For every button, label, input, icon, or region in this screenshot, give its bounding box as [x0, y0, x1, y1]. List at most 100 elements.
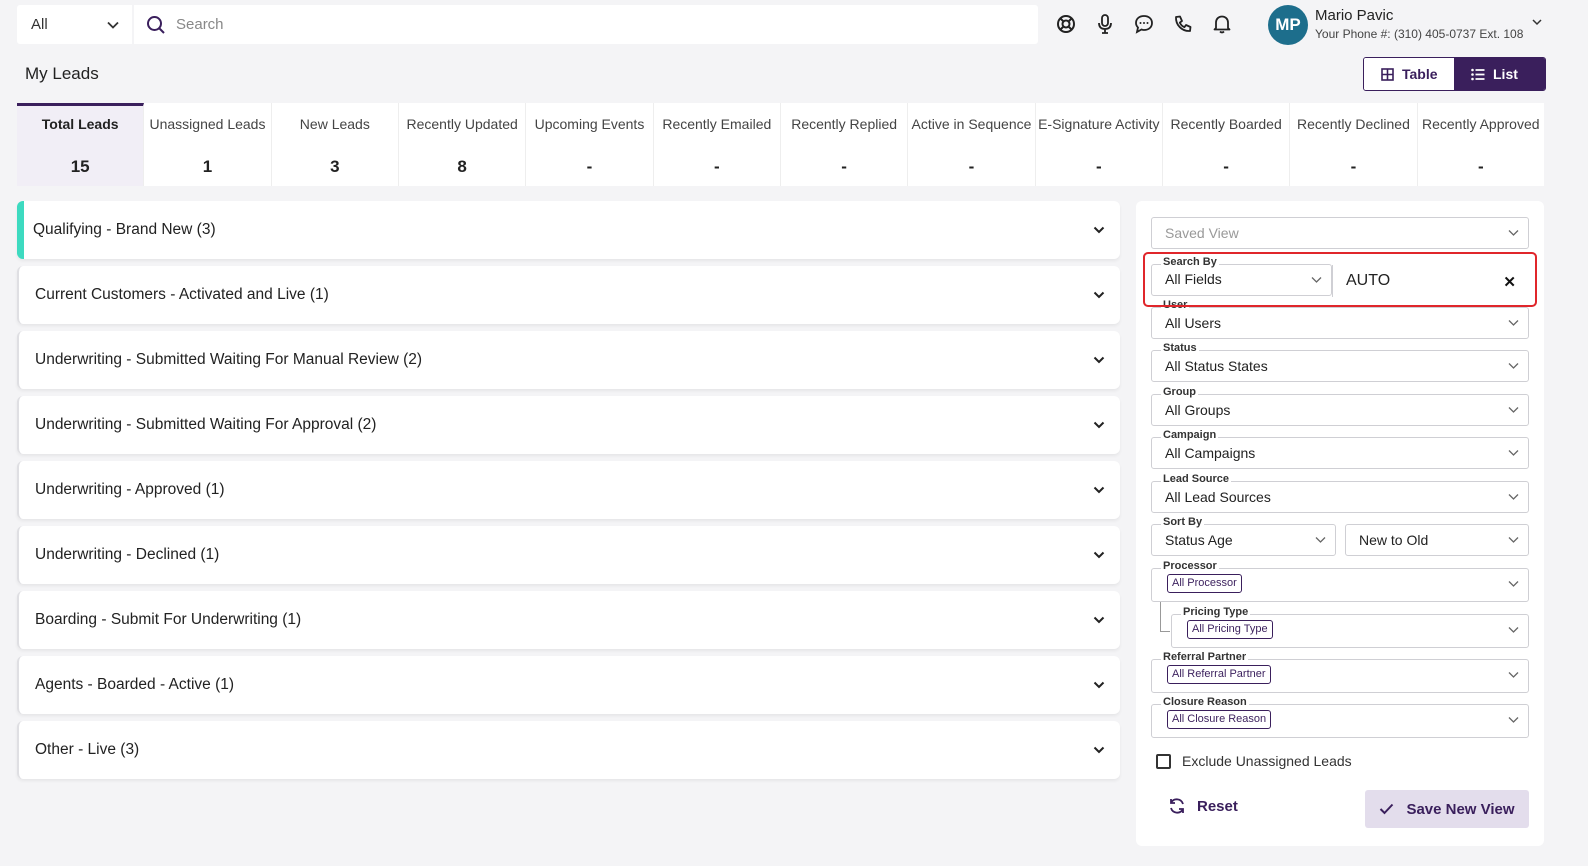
saved-view-select[interactable]: Saved View [1151, 217, 1529, 249]
stat-tab-recently-declined[interactable]: Recently Declined - [1290, 103, 1418, 186]
group-title: Other - Live (3) [35, 741, 140, 758]
stat-tab-recently-replied[interactable]: Recently Replied - [781, 103, 909, 186]
stat-label: Active in Sequence [911, 116, 1032, 132]
group-accordion[interactable]: Underwriting - Submitted Waiting For Man… [17, 331, 1120, 389]
lead-groups-list: Qualifying - Brand New (3) Current Custo… [17, 201, 1120, 786]
pricing-type-select[interactable]: Pricing Type All Pricing Type [1171, 606, 1529, 648]
support-icon[interactable] [1055, 12, 1077, 36]
chevron-down-icon [1092, 483, 1106, 497]
group-accordion[interactable]: Underwriting - Approved (1) [17, 461, 1120, 519]
stat-tab-recently-approved[interactable]: Recently Approved - [1418, 103, 1544, 186]
stat-label: Recently Approved [1422, 116, 1540, 132]
chevron-down-icon [1092, 743, 1106, 757]
microphone-icon[interactable] [1094, 12, 1116, 36]
sort-order-value: New to Old [1359, 532, 1429, 548]
stat-value: 15 [70, 157, 90, 176]
group-accordion[interactable]: Underwriting - Declined (1) [17, 526, 1120, 584]
bell-icon[interactable] [1211, 12, 1233, 36]
group-accordion[interactable]: Underwriting - Submitted Waiting For App… [17, 396, 1120, 454]
search-scope-select[interactable]: All [17, 5, 132, 44]
chevron-down-icon [1508, 406, 1519, 414]
search-scope-value: All [31, 16, 48, 33]
stat-tab-upcoming-events[interactable]: Upcoming Events - [526, 103, 654, 186]
tree-connector [1160, 602, 1170, 632]
stat-tab-e-signature-activity[interactable]: E-Signature Activity - [1036, 103, 1163, 186]
user-select[interactable]: User All Users [1151, 299, 1529, 339]
chevron-down-icon [1092, 353, 1106, 367]
chevron-down-icon [1508, 536, 1519, 544]
sort-order-select[interactable]: New to Old [1345, 524, 1529, 556]
exclude-unassigned-checkbox[interactable] [1156, 753, 1171, 769]
pricing-type-label: Pricing Type [1181, 606, 1251, 619]
group-accordion[interactable]: Agents - Boarded - Active (1) [17, 656, 1120, 714]
lead-source-value: All Lead Sources [1165, 489, 1271, 505]
group-select[interactable]: Group All Groups [1151, 386, 1529, 426]
reset-button[interactable]: Reset [1168, 797, 1238, 815]
campaign-select[interactable]: Campaign All Campaigns [1151, 429, 1529, 469]
chevron-down-icon [1508, 449, 1519, 457]
top-icons [1055, 12, 1233, 36]
group-title: Qualifying - Brand New (3) [33, 221, 216, 238]
stat-value: - [1095, 157, 1102, 176]
list-view-button[interactable]: List [1454, 58, 1545, 90]
page-title: My Leads [25, 64, 99, 83]
group-value: All Groups [1165, 402, 1231, 418]
group-accordion[interactable]: Other - Live (3) [17, 721, 1120, 779]
chevron-down-icon [1508, 580, 1519, 588]
search-input[interactable] [176, 16, 996, 33]
phone-icon[interactable] [1172, 12, 1194, 36]
closure-reason-select[interactable]: Closure Reason All Closure Reason [1151, 696, 1529, 738]
processor-select[interactable]: Processor All Processor [1151, 560, 1529, 602]
chevron-down-icon [1508, 671, 1519, 679]
chevron-down-icon [1092, 418, 1106, 432]
stat-value: 1 [202, 157, 213, 176]
stat-label: Upcoming Events [534, 116, 645, 132]
pricing-type-chip: All Pricing Type [1187, 620, 1273, 639]
exclude-unassigned-option[interactable]: Exclude Unassigned Leads [1156, 753, 1352, 769]
stat-tab-recently-boarded[interactable]: Recently Boarded - [1163, 103, 1291, 186]
status-value: All Status States [1165, 358, 1268, 374]
group-accordion[interactable]: Current Customers - Activated and Live (… [17, 266, 1120, 324]
user-value: All Users [1165, 315, 1222, 331]
chevron-down-icon [1508, 229, 1519, 237]
chevron-down-icon [1508, 319, 1519, 327]
group-accordion[interactable]: Qualifying - Brand New (3) [17, 201, 1120, 259]
chevron-down-icon [1531, 16, 1543, 28]
processor-label: Processor [1161, 560, 1219, 573]
stat-label: Recently Boarded [1170, 116, 1282, 132]
stat-tab-unassigned-leads[interactable]: Unassigned Leads 1 [144, 103, 272, 186]
lead-stats-tabs: Total Leads 15 Unassigned Leads 1 New Lead… [17, 103, 1544, 186]
group-title: Underwriting - Approved (1) [35, 481, 225, 498]
stat-value: - [1477, 157, 1484, 176]
group-title: Underwriting - Submitted Waiting For Man… [35, 351, 423, 368]
group-title: Agents - Boarded - Active (1) [35, 676, 235, 693]
stat-tab-recently-updated[interactable]: Recently Updated 8 [399, 103, 527, 186]
user-name: Mario Pavic [1315, 7, 1394, 24]
status-select[interactable]: Status All Status States [1151, 342, 1529, 382]
sort-by-value: Status Age [1165, 532, 1233, 548]
group-accordion[interactable]: Boarding - Submit For Underwriting (1) [17, 591, 1120, 649]
stat-label: Unassigned Leads [149, 116, 266, 132]
referral-partner-select[interactable]: Referral Partner All Referral Partner [1151, 651, 1529, 693]
group-label: Group [1161, 386, 1198, 399]
table-view-button[interactable]: Table [1364, 58, 1454, 90]
stat-value: 8 [457, 157, 467, 176]
user-menu[interactable]: MP Mario Pavic Your Phone #: (310) 405-0… [1268, 4, 1543, 46]
save-new-view-button[interactable]: Save New View [1365, 790, 1529, 828]
group-title: Underwriting - Submitted Waiting For App… [35, 416, 377, 433]
reset-label: Reset [1197, 797, 1238, 815]
sort-by-select[interactable]: Sort By Status Age [1151, 516, 1336, 556]
check-icon [1379, 803, 1394, 815]
group-title: Boarding - Submit For Underwriting (1) [35, 611, 302, 628]
chevron-down-icon [1508, 716, 1519, 724]
stat-tab-active-in-sequence[interactable]: Active in Sequence - [908, 103, 1036, 186]
stat-tab-recently-emailed[interactable]: Recently Emailed - [654, 103, 781, 186]
chevron-down-icon [1092, 678, 1106, 692]
stat-value: - [713, 157, 720, 176]
stat-value: - [968, 157, 975, 176]
chevron-down-icon [1092, 288, 1106, 302]
stat-tab-total-leads[interactable]: Total Leads 15 [17, 103, 145, 186]
stat-tab-new-leads[interactable]: New Leads 3 [272, 103, 399, 186]
chat-icon[interactable] [1133, 12, 1155, 36]
lead-source-select[interactable]: Lead Source All Lead Sources [1151, 473, 1529, 513]
